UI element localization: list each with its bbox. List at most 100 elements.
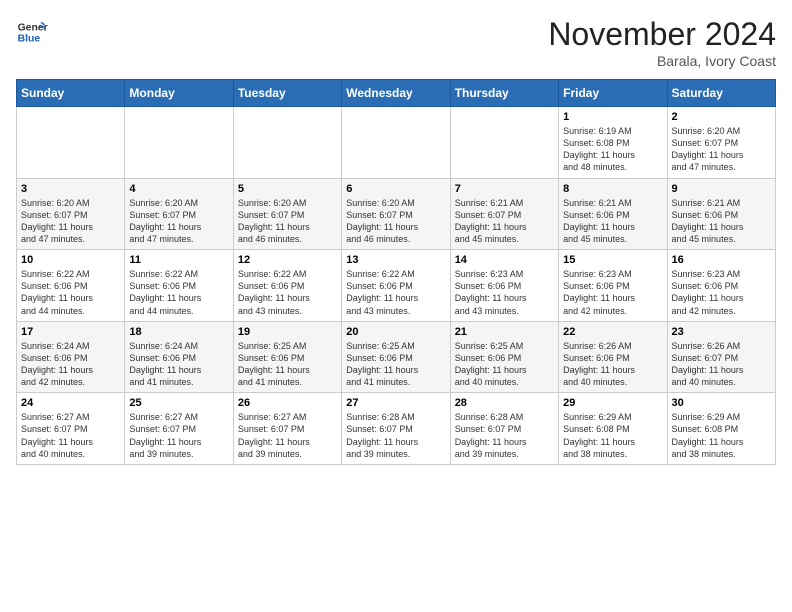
- day-info: Sunrise: 6:21 AM Sunset: 6:07 PM Dayligh…: [455, 197, 554, 246]
- day-info: Sunrise: 6:29 AM Sunset: 6:08 PM Dayligh…: [563, 411, 662, 460]
- calendar-cell: 7 Sunrise: 6:21 AM Sunset: 6:07 PM Daylig…: [450, 178, 558, 250]
- day-number: 14: [455, 254, 554, 266]
- calendar-cell: 29 Sunrise: 6:29 AM Sunset: 6:08 PM Dayli…: [559, 393, 667, 465]
- day-info: Sunrise: 6:22 AM Sunset: 6:06 PM Dayligh…: [346, 268, 445, 317]
- day-info: Sunrise: 6:22 AM Sunset: 6:06 PM Dayligh…: [129, 268, 228, 317]
- calendar-cell: 19 Sunrise: 6:25 AM Sunset: 6:06 PM Dayli…: [233, 321, 341, 393]
- day-info: Sunrise: 6:26 AM Sunset: 6:07 PM Dayligh…: [672, 340, 771, 389]
- day-number: 24: [21, 397, 120, 409]
- calendar-cell: 23 Sunrise: 6:26 AM Sunset: 6:07 PM Dayli…: [667, 321, 775, 393]
- day-number: 30: [672, 397, 771, 409]
- calendar-cell: [450, 107, 558, 179]
- calendar-header-row: SundayMondayTuesdayWednesdayThursdayFrid…: [17, 80, 776, 107]
- day-of-week-header: Friday: [559, 80, 667, 107]
- day-of-week-header: Sunday: [17, 80, 125, 107]
- day-of-week-header: Tuesday: [233, 80, 341, 107]
- day-info: Sunrise: 6:27 AM Sunset: 6:07 PM Dayligh…: [238, 411, 337, 460]
- day-number: 13: [346, 254, 445, 266]
- day-info: Sunrise: 6:19 AM Sunset: 6:08 PM Dayligh…: [563, 125, 662, 174]
- day-number: 20: [346, 326, 445, 338]
- day-number: 19: [238, 326, 337, 338]
- day-info: Sunrise: 6:22 AM Sunset: 6:06 PM Dayligh…: [21, 268, 120, 317]
- day-info: Sunrise: 6:28 AM Sunset: 6:07 PM Dayligh…: [346, 411, 445, 460]
- day-info: Sunrise: 6:24 AM Sunset: 6:06 PM Dayligh…: [21, 340, 120, 389]
- calendar-cell: 2Sunrise: 6:20 AM Sunset: 6:07 PM Daylig…: [667, 107, 775, 179]
- day-number: 25: [129, 397, 228, 409]
- day-info: Sunrise: 6:20 AM Sunset: 6:07 PM Dayligh…: [238, 197, 337, 246]
- calendar-cell: 8 Sunrise: 6:21 AM Sunset: 6:06 PM Daylig…: [559, 178, 667, 250]
- day-info: Sunrise: 6:25 AM Sunset: 6:06 PM Dayligh…: [455, 340, 554, 389]
- day-number: 7: [455, 183, 554, 195]
- day-number: 15: [563, 254, 662, 266]
- calendar-cell: 14 Sunrise: 6:23 AM Sunset: 6:06 PM Dayli…: [450, 250, 558, 322]
- calendar-cell: 28Sunrise: 6:28 AM Sunset: 6:07 PM Dayli…: [450, 393, 558, 465]
- day-info: Sunrise: 6:20 AM Sunset: 6:07 PM Dayligh…: [346, 197, 445, 246]
- calendar-cell: [342, 107, 450, 179]
- day-info: Sunrise: 6:25 AM Sunset: 6:06 PM Dayligh…: [238, 340, 337, 389]
- day-number: 29: [563, 397, 662, 409]
- calendar-cell: 26 Sunrise: 6:27 AM Sunset: 6:07 PM Dayli…: [233, 393, 341, 465]
- day-info: Sunrise: 6:23 AM Sunset: 6:06 PM Dayligh…: [455, 268, 554, 317]
- calendar-cell: 21 Sunrise: 6:25 AM Sunset: 6:06 PM Dayli…: [450, 321, 558, 393]
- calendar-cell: [125, 107, 233, 179]
- day-info: Sunrise: 6:20 AM Sunset: 6:07 PM Dayligh…: [672, 125, 771, 174]
- calendar-table: SundayMondayTuesdayWednesdayThursdayFrid…: [16, 79, 776, 465]
- calendar-week-row: 1 Sunrise: 6:19 AM Sunset: 6:08 PM Daylig…: [17, 107, 776, 179]
- page-header: General Blue November 2024 Barala, Ivory…: [16, 16, 776, 69]
- calendar-week-row: 17Sunrise: 6:24 AM Sunset: 6:06 PM Dayli…: [17, 321, 776, 393]
- calendar-cell: 3 Sunrise: 6:20 AM Sunset: 6:07 PM Daylig…: [17, 178, 125, 250]
- day-number: 11: [129, 254, 228, 266]
- day-info: Sunrise: 6:29 AM Sunset: 6:08 PM Dayligh…: [672, 411, 771, 460]
- calendar-cell: 20 Sunrise: 6:25 AM Sunset: 6:06 PM Dayli…: [342, 321, 450, 393]
- calendar-cell: 25 Sunrise: 6:27 AM Sunset: 6:07 PM Dayli…: [125, 393, 233, 465]
- day-info: Sunrise: 6:27 AM Sunset: 6:07 PM Dayligh…: [21, 411, 120, 460]
- day-info: Sunrise: 6:25 AM Sunset: 6:06 PM Dayligh…: [346, 340, 445, 389]
- day-number: 1: [563, 111, 662, 123]
- calendar-cell: 11 Sunrise: 6:22 AM Sunset: 6:06 PM Dayli…: [125, 250, 233, 322]
- day-number: 8: [563, 183, 662, 195]
- calendar-cell: 10 Sunrise: 6:22 AM Sunset: 6:06 PM Dayli…: [17, 250, 125, 322]
- calendar-week-row: 3 Sunrise: 6:20 AM Sunset: 6:07 PM Daylig…: [17, 178, 776, 250]
- day-number: 27: [346, 397, 445, 409]
- day-number: 4: [129, 183, 228, 195]
- day-info: Sunrise: 6:21 AM Sunset: 6:06 PM Dayligh…: [563, 197, 662, 246]
- day-number: 22: [563, 326, 662, 338]
- title-block: November 2024 Barala, Ivory Coast: [548, 16, 776, 69]
- location: Barala, Ivory Coast: [548, 53, 776, 69]
- calendar-cell: 24 Sunrise: 6:27 AM Sunset: 6:07 PM Dayli…: [17, 393, 125, 465]
- calendar-cell: 9 Sunrise: 6:21 AM Sunset: 6:06 PM Daylig…: [667, 178, 775, 250]
- day-info: Sunrise: 6:20 AM Sunset: 6:07 PM Dayligh…: [129, 197, 228, 246]
- calendar-cell: 12 Sunrise: 6:22 AM Sunset: 6:06 PM Dayli…: [233, 250, 341, 322]
- calendar-cell: 27 Sunrise: 6:28 AM Sunset: 6:07 PM Dayli…: [342, 393, 450, 465]
- day-info: Sunrise: 6:22 AM Sunset: 6:06 PM Dayligh…: [238, 268, 337, 317]
- logo: General Blue: [16, 16, 48, 48]
- svg-text:Blue: Blue: [18, 34, 41, 45]
- day-number: 3: [21, 183, 120, 195]
- day-of-week-header: Saturday: [667, 80, 775, 107]
- calendar-cell: 13 Sunrise: 6:22 AM Sunset: 6:06 PM Dayli…: [342, 250, 450, 322]
- day-number: 21: [455, 326, 554, 338]
- calendar-cell: 6Sunrise: 6:20 AM Sunset: 6:07 PM Daylig…: [342, 178, 450, 250]
- day-number: 5: [238, 183, 337, 195]
- day-number: 12: [238, 254, 337, 266]
- day-info: Sunrise: 6:20 AM Sunset: 6:07 PM Dayligh…: [21, 197, 120, 246]
- calendar-cell: 16Sunrise: 6:23 AM Sunset: 6:06 PM Dayli…: [667, 250, 775, 322]
- day-info: Sunrise: 6:21 AM Sunset: 6:06 PM Dayligh…: [672, 197, 771, 246]
- calendar-cell: 17Sunrise: 6:24 AM Sunset: 6:06 PM Dayli…: [17, 321, 125, 393]
- day-number: 10: [21, 254, 120, 266]
- calendar-week-row: 24 Sunrise: 6:27 AM Sunset: 6:07 PM Dayli…: [17, 393, 776, 465]
- calendar-cell: 1 Sunrise: 6:19 AM Sunset: 6:08 PM Daylig…: [559, 107, 667, 179]
- calendar-cell: 30 Sunrise: 6:29 AM Sunset: 6:08 PM Dayli…: [667, 393, 775, 465]
- day-info: Sunrise: 6:26 AM Sunset: 6:06 PM Dayligh…: [563, 340, 662, 389]
- day-number: 16: [672, 254, 771, 266]
- calendar-week-row: 10 Sunrise: 6:22 AM Sunset: 6:06 PM Dayli…: [17, 250, 776, 322]
- day-number: 9: [672, 183, 771, 195]
- day-info: Sunrise: 6:23 AM Sunset: 6:06 PM Dayligh…: [563, 268, 662, 317]
- calendar-cell: 22 Sunrise: 6:26 AM Sunset: 6:06 PM Dayli…: [559, 321, 667, 393]
- calendar-cell: 18Sunrise: 6:24 AM Sunset: 6:06 PM Dayli…: [125, 321, 233, 393]
- day-of-week-header: Wednesday: [342, 80, 450, 107]
- calendar-cell: 15 Sunrise: 6:23 AM Sunset: 6:06 PM Dayli…: [559, 250, 667, 322]
- day-number: 26: [238, 397, 337, 409]
- day-number: 23: [672, 326, 771, 338]
- day-info: Sunrise: 6:27 AM Sunset: 6:07 PM Dayligh…: [129, 411, 228, 460]
